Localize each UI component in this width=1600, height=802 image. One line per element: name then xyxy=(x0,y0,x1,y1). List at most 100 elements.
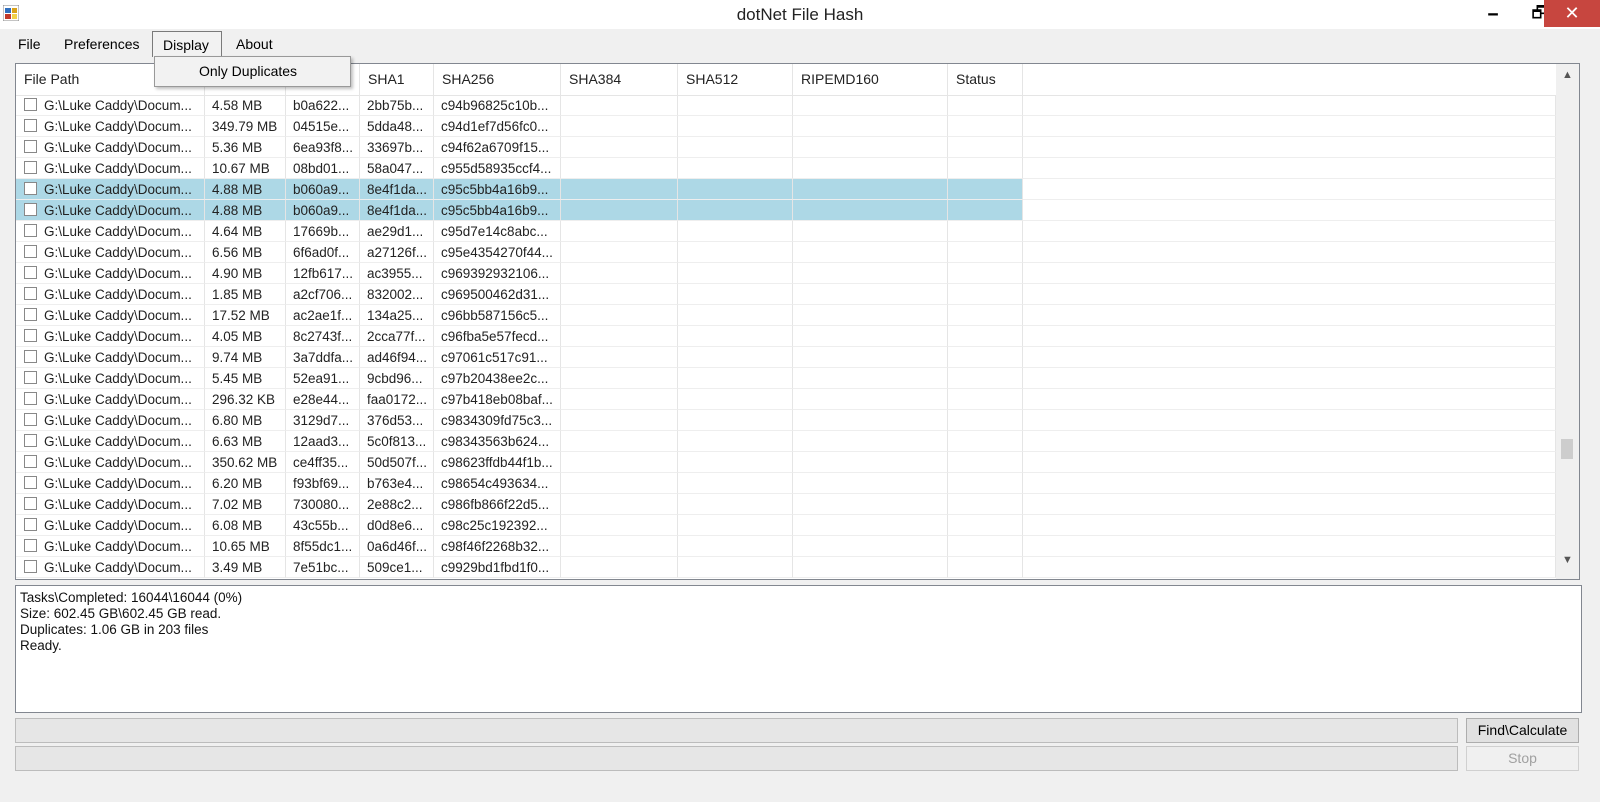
cell-sha1: b763e4... xyxy=(360,473,434,494)
scroll-down-icon[interactable]: ▼ xyxy=(1556,549,1579,571)
row-checkbox[interactable] xyxy=(24,392,37,405)
row-checkbox[interactable] xyxy=(24,455,37,468)
cell-empty xyxy=(678,347,793,368)
table-row[interactable]: G:\Luke Caddy\Docum... 349.79 MB 04515e...… xyxy=(16,116,1556,137)
row-checkbox[interactable] xyxy=(24,224,37,237)
cell-sha1: ad46f94... xyxy=(360,347,434,368)
row-checkbox[interactable] xyxy=(24,140,37,153)
table-row[interactable]: G:\Luke Caddy\Docum... 3.49 MB 7e51bc... 50… xyxy=(16,557,1556,578)
file-path-text: G:\Luke Caddy\Docum... xyxy=(44,476,192,491)
cell-empty xyxy=(561,284,678,305)
row-checkbox[interactable] xyxy=(24,560,37,573)
row-checkbox[interactable] xyxy=(24,119,37,132)
cell-empty xyxy=(948,179,1023,200)
row-checkbox[interactable] xyxy=(24,308,37,321)
table-row[interactable]: G:\Luke Caddy\Docum... 10.67 MB 08bd01... 5… xyxy=(16,158,1556,179)
cell-empty xyxy=(561,137,678,158)
cell-empty xyxy=(678,116,793,137)
row-checkbox[interactable] xyxy=(24,497,37,510)
cell-size: 5.36 MB xyxy=(205,137,286,158)
table-row[interactable]: G:\Luke Caddy\Docum... 4.88 MB b060a9... 8e… xyxy=(16,200,1556,221)
table-row[interactable]: G:\Luke Caddy\Docum... 4.64 MB 17669b... ae… xyxy=(16,221,1556,242)
row-checkbox[interactable] xyxy=(24,161,37,174)
cell-empty xyxy=(793,179,948,200)
cell-sha256: c96bb587156c5... xyxy=(434,305,561,326)
row-checkbox[interactable] xyxy=(24,434,37,447)
file-path-text: G:\Luke Caddy\Docum... xyxy=(44,224,192,239)
cell-filler xyxy=(1023,473,1556,494)
cell-empty xyxy=(793,347,948,368)
row-checkbox[interactable] xyxy=(24,413,37,426)
row-checkbox[interactable] xyxy=(24,329,37,342)
row-checkbox[interactable] xyxy=(24,98,37,111)
column-header-ripemd160[interactable]: RIPEMD160 xyxy=(793,64,948,95)
cell-empty xyxy=(561,452,678,473)
table-row[interactable]: G:\Luke Caddy\Docum... 10.65 MB 8f55dc1...… xyxy=(16,536,1556,557)
table-row[interactable]: G:\Luke Caddy\Docum... 6.08 MB 43c55b... d0… xyxy=(16,515,1556,536)
table-row[interactable]: G:\Luke Caddy\Docum... 5.36 MB 6ea93f8... 3… xyxy=(16,137,1556,158)
cell-empty xyxy=(793,305,948,326)
row-checkbox[interactable] xyxy=(24,245,37,258)
cell-empty xyxy=(678,326,793,347)
menu-preferences[interactable]: Preferences xyxy=(54,31,149,57)
cell-empty xyxy=(793,116,948,137)
row-checkbox[interactable] xyxy=(24,182,37,195)
cell-md5: 04515e... xyxy=(286,116,360,137)
row-checkbox[interactable] xyxy=(24,518,37,531)
cell-sha256: c96fba5e57fecd... xyxy=(434,326,561,347)
table-row[interactable]: G:\Luke Caddy\Docum... 350.62 MB ce4ff35..… xyxy=(16,452,1556,473)
close-button[interactable]: ✕ xyxy=(1544,0,1600,27)
table-row[interactable]: G:\Luke Caddy\Docum... 5.45 MB 52ea91... 9c… xyxy=(16,368,1556,389)
menu-item-only-duplicates[interactable]: Only Duplicates xyxy=(155,57,350,86)
row-checkbox[interactable] xyxy=(24,266,37,279)
cell-empty xyxy=(793,137,948,158)
table-row[interactable]: G:\Luke Caddy\Docum... 7.02 MB 730080... 2e… xyxy=(16,494,1556,515)
column-header-sha256[interactable]: SHA256 xyxy=(434,64,561,95)
cell-sha1: 9cbd96... xyxy=(360,368,434,389)
cell-empty xyxy=(561,431,678,452)
column-header-sha384[interactable]: SHA384 xyxy=(561,64,678,95)
table-row[interactable]: G:\Luke Caddy\Docum... 9.74 MB 3a7ddfa... a… xyxy=(16,347,1556,368)
find-calculate-button[interactable]: Find\Calculate xyxy=(1466,718,1579,743)
table-row[interactable]: G:\Luke Caddy\Docum... 4.58 MB b0a622... 2b… xyxy=(16,95,1556,116)
row-checkbox[interactable] xyxy=(24,539,37,552)
scroll-thumb[interactable] xyxy=(1561,439,1573,459)
cell-empty xyxy=(793,452,948,473)
file-path-text: G:\Luke Caddy\Docum... xyxy=(44,140,192,155)
scroll-up-icon[interactable]: ▲ xyxy=(1556,64,1579,86)
table-row[interactable]: G:\Luke Caddy\Docum... 296.32 KB e28e44...… xyxy=(16,389,1556,410)
cell-md5: 730080... xyxy=(286,494,360,515)
menu-display[interactable]: Display xyxy=(152,31,222,57)
minimize-button[interactable]: 🗕 xyxy=(1470,0,1516,27)
table-row[interactable]: G:\Luke Caddy\Docum... 1.85 MB a2cf706... 8… xyxy=(16,284,1556,305)
display-dropdown: Only Duplicates xyxy=(154,56,351,87)
table-row[interactable]: G:\Luke Caddy\Docum... 6.80 MB 3129d7... 37… xyxy=(16,410,1556,431)
cell-empty xyxy=(948,431,1023,452)
row-checkbox[interactable] xyxy=(24,476,37,489)
row-checkbox[interactable] xyxy=(24,350,37,363)
status-log[interactable]: Tasks\Completed: 16044\16044 (0%) Size: … xyxy=(15,585,1582,713)
row-checkbox[interactable] xyxy=(24,203,37,216)
column-header-status[interactable]: Status xyxy=(948,64,1023,95)
table-row[interactable]: G:\Luke Caddy\Docum... 4.90 MB 12fb617... a… xyxy=(16,263,1556,284)
cell-empty xyxy=(678,179,793,200)
cell-empty xyxy=(948,242,1023,263)
menu-about[interactable]: About xyxy=(226,31,283,57)
cell-empty xyxy=(678,431,793,452)
cell-file-path: G:\Luke Caddy\Docum... xyxy=(16,494,205,515)
table-row[interactable]: G:\Luke Caddy\Docum... 17.52 MB ac2ae1f...… xyxy=(16,305,1556,326)
row-checkbox[interactable] xyxy=(24,371,37,384)
table-row[interactable]: G:\Luke Caddy\Docum... 4.88 MB b060a9... 8e… xyxy=(16,179,1556,200)
stop-button[interactable]: Stop xyxy=(1466,746,1579,771)
cell-file-path: G:\Luke Caddy\Docum... xyxy=(16,452,205,473)
table-row[interactable]: G:\Luke Caddy\Docum... 4.05 MB 8c2743f... 2… xyxy=(16,326,1556,347)
column-header-sha1[interactable]: SHA1 xyxy=(360,64,434,95)
row-checkbox[interactable] xyxy=(24,287,37,300)
table-row[interactable]: G:\Luke Caddy\Docum... 6.20 MB f93bf69... b… xyxy=(16,473,1556,494)
vertical-scrollbar[interactable]: ▲ ▼ xyxy=(1556,64,1579,579)
file-hash-grid[interactable]: File Path SHA1 SHA256 SHA384 SHA512 RIPE… xyxy=(15,63,1580,580)
table-row[interactable]: G:\Luke Caddy\Docum... 6.63 MB 12aad3... 5c… xyxy=(16,431,1556,452)
column-header-sha512[interactable]: SHA512 xyxy=(678,64,793,95)
table-row[interactable]: G:\Luke Caddy\Docum... 6.56 MB 6f6ad0f... a… xyxy=(16,242,1556,263)
menu-file[interactable]: File xyxy=(8,31,51,57)
